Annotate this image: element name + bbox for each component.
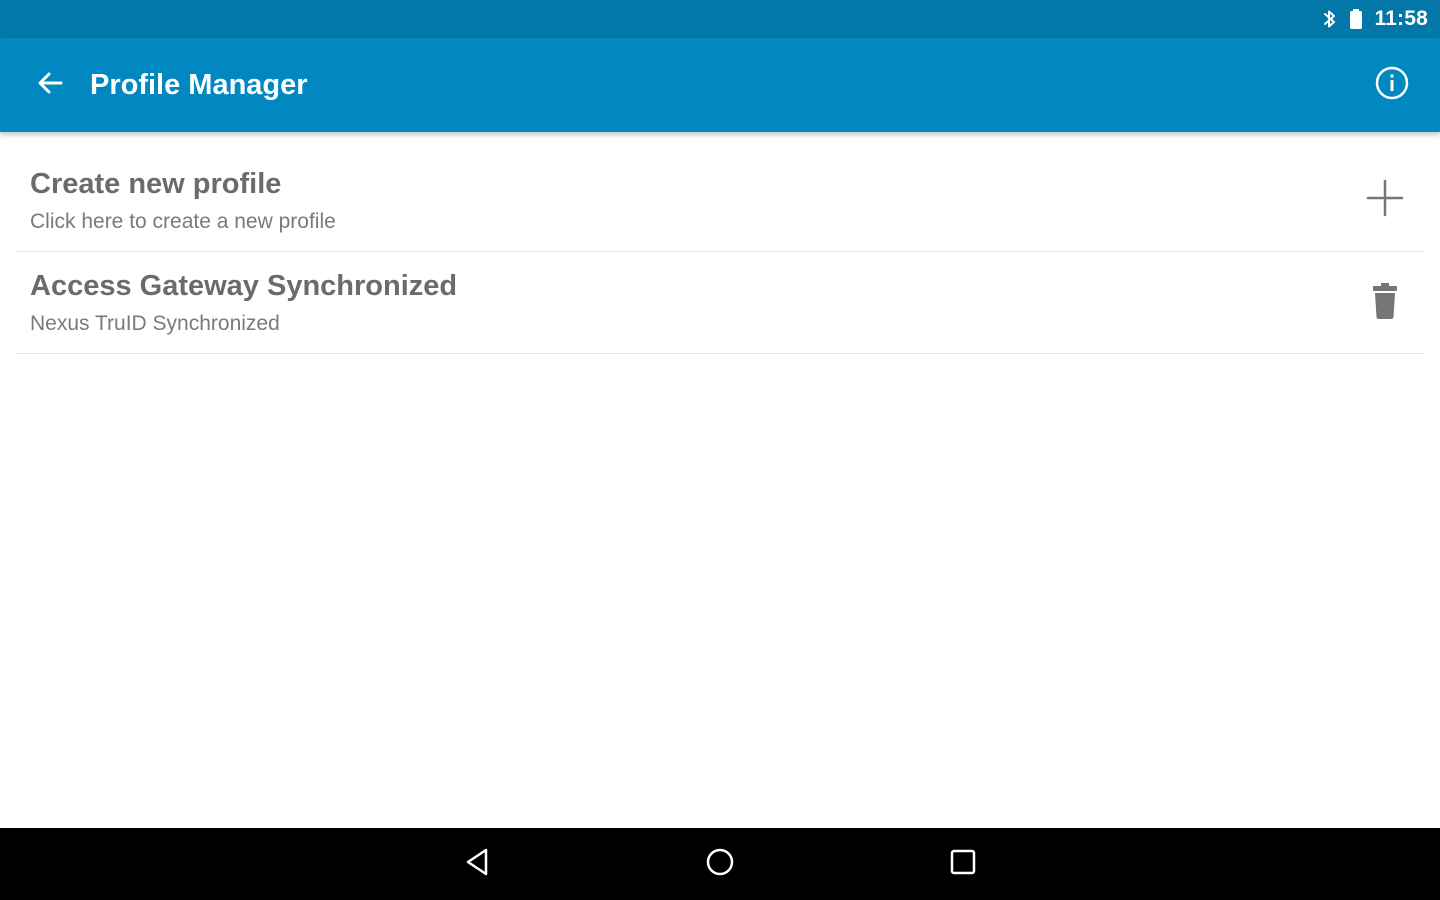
status-time: 11:58 xyxy=(1374,7,1428,30)
bluetooth-icon xyxy=(1322,7,1338,31)
app-bar: Profile Manager xyxy=(0,38,1440,132)
item-subtitle: Click here to create a new profile xyxy=(30,210,336,233)
nav-recents-button[interactable] xyxy=(933,834,993,894)
navigation-bar xyxy=(0,828,1440,900)
plus-icon xyxy=(1365,178,1405,223)
nav-back-button[interactable] xyxy=(448,834,508,894)
item-subtitle: Nexus TruID Synchronized xyxy=(30,312,280,335)
item-title: Access Gateway Synchronized xyxy=(30,270,458,302)
arrow-back-icon xyxy=(35,68,65,103)
page-title: Profile Manager xyxy=(90,68,308,101)
screen: 11:58 Profile Manager Create new profile… xyxy=(0,0,1440,900)
list-item-profile[interactable]: Access Gateway Synchronized Nexus TruID … xyxy=(15,252,1425,354)
back-button[interactable] xyxy=(20,55,80,115)
list-item-create-profile[interactable]: Create new profile Click here to create … xyxy=(15,150,1425,252)
add-profile-button[interactable] xyxy=(1357,172,1413,228)
info-icon xyxy=(1374,65,1410,106)
status-bar: 11:58 xyxy=(0,0,1440,38)
delete-profile-button[interactable] xyxy=(1357,274,1413,330)
nav-recents-icon xyxy=(948,847,978,882)
nav-back-icon xyxy=(463,847,493,882)
item-title: Create new profile xyxy=(30,168,282,200)
nav-home-icon xyxy=(705,847,735,882)
nav-home-button[interactable] xyxy=(690,834,750,894)
trash-icon xyxy=(1370,280,1400,325)
profile-list: Create new profile Click here to create … xyxy=(0,132,1440,828)
battery-icon xyxy=(1348,7,1364,31)
info-button[interactable] xyxy=(1362,55,1422,115)
